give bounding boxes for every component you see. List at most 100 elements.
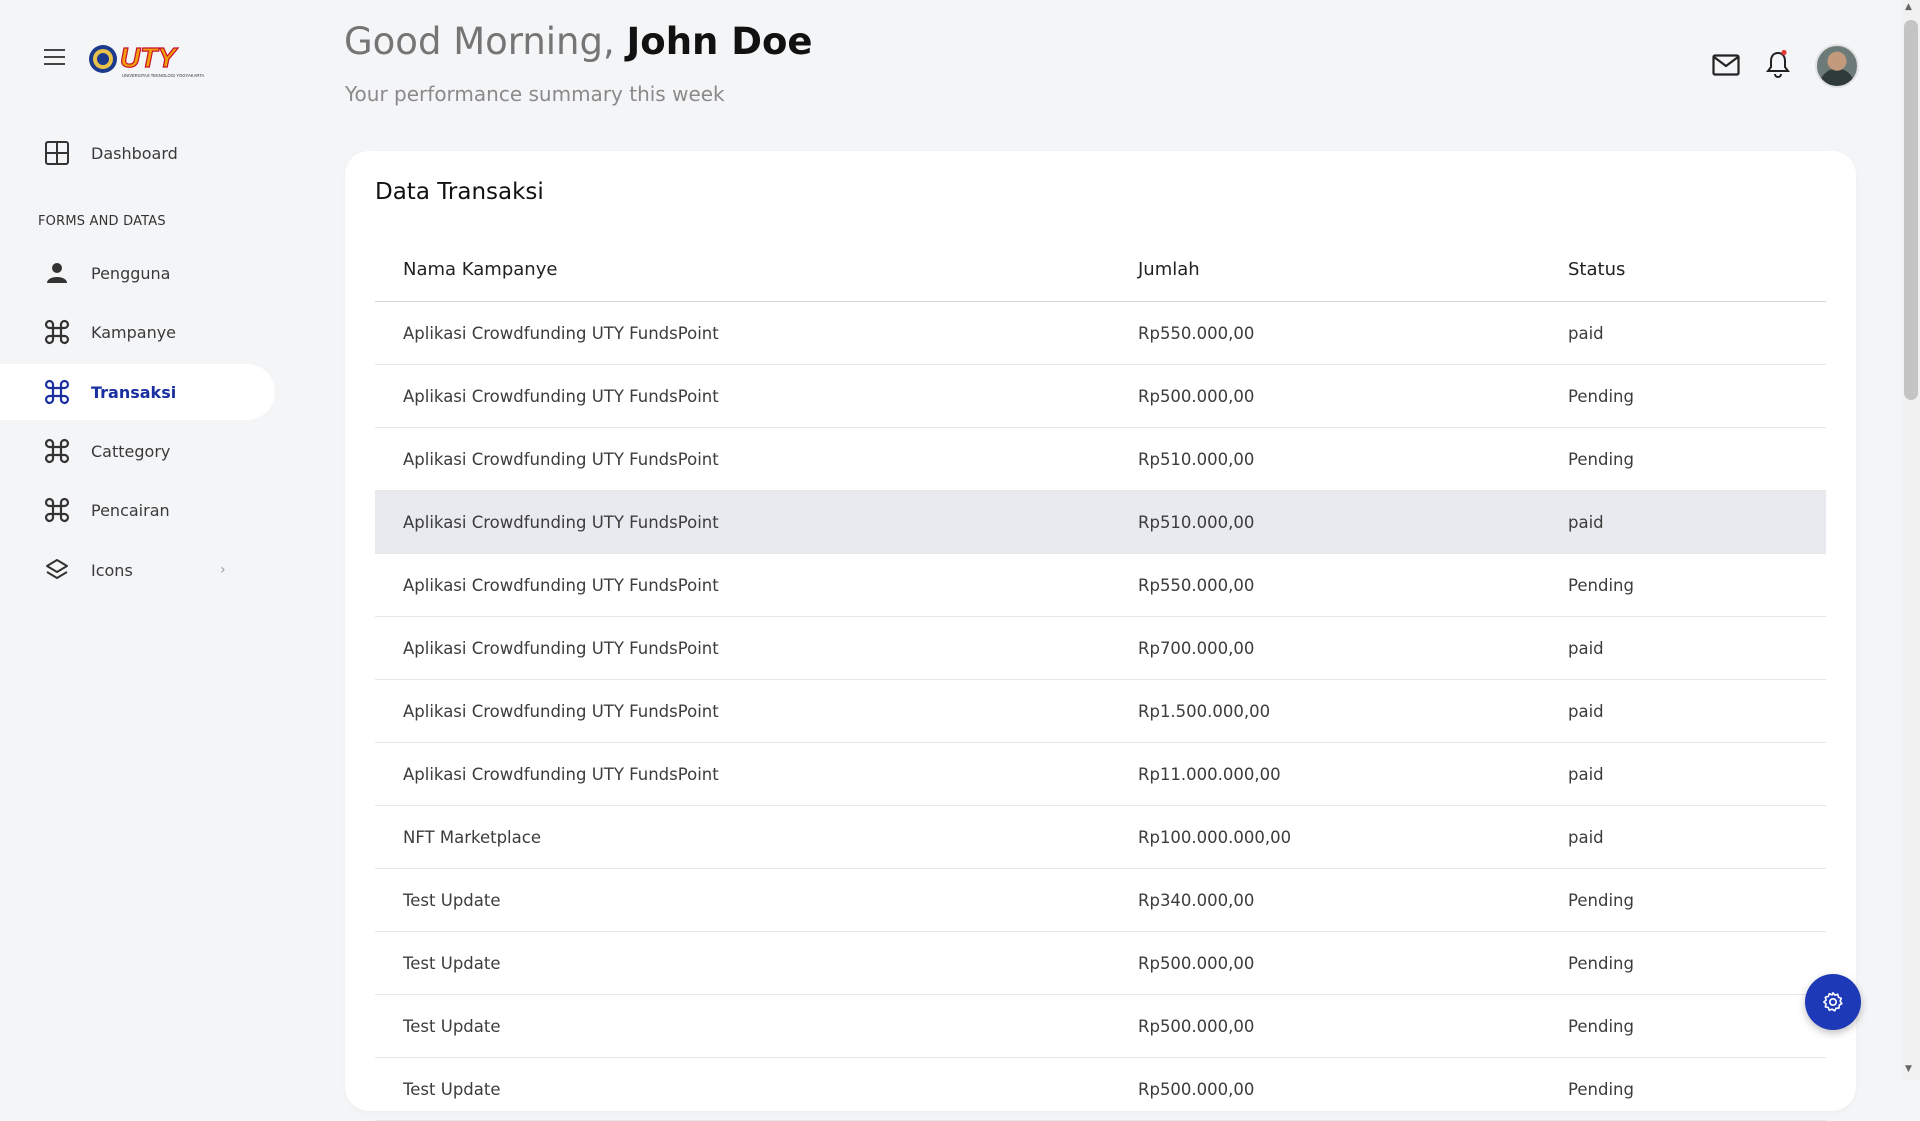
sidebar-item-kampanye[interactable]: Kampanye <box>0 304 275 360</box>
sidebar-item-label: Kampanye <box>91 322 177 342</box>
menu-icon[interactable] <box>44 49 65 65</box>
sidebar-item-label: Cattegory <box>91 441 171 461</box>
command-icon <box>44 497 70 523</box>
cell-campaign-name: NFT Marketplace <box>375 805 1138 869</box>
uty-logo[interactable]: UTY UNIVERSITAS TEKNOLOGI YOGYAKARTA <box>86 37 216 82</box>
cell-status: Pending <box>1568 364 1826 428</box>
cell-campaign-name: Aplikasi Crowdfunding UTY FundsPoint <box>375 427 1138 491</box>
user-name: John Doe <box>626 20 813 63</box>
table-row[interactable]: Test Update Rp340.000,00 Pending <box>375 868 1826 932</box>
sidebar: UTY UNIVERSITAS TEKNOLOGI YOGYAKARTA Das… <box>0 0 280 1080</box>
cell-status: Pending <box>1568 994 1826 1058</box>
cell-status: Pending <box>1568 931 1826 995</box>
cell-amount: Rp700.000,00 <box>1138 616 1568 680</box>
table-row[interactable]: Test Update Rp500.000,00 Pending <box>375 931 1826 995</box>
cell-amount: Rp500.000,00 <box>1138 931 1568 995</box>
cell-status: paid <box>1568 616 1826 680</box>
cell-amount: Rp1.500.000,00 <box>1138 679 1568 743</box>
page-title: Good Morning, John Doe <box>344 20 813 63</box>
cell-status: Pending <box>1568 427 1826 491</box>
column-header-amount: Jumlah <box>1138 237 1568 302</box>
sidebar-item-label: Pencairan <box>91 500 170 520</box>
gear-icon <box>1823 992 1843 1012</box>
sidebar-item-label: Icons <box>91 560 133 580</box>
table-row[interactable]: Aplikasi Crowdfunding UTY FundsPoint Rp55… <box>375 301 1826 365</box>
cell-campaign-name: Aplikasi Crowdfunding UTY FundsPoint <box>375 301 1138 365</box>
cell-status: paid <box>1568 490 1826 554</box>
cell-amount: Rp500.000,00 <box>1138 994 1568 1058</box>
cell-amount: Rp510.000,00 <box>1138 490 1568 554</box>
cell-status: paid <box>1568 742 1826 806</box>
cell-campaign-name: Aplikasi Crowdfunding UTY FundsPoint <box>375 553 1138 617</box>
cell-campaign-name: Test Update <box>375 994 1138 1058</box>
transactions-table: Nama Kampanye Jumlah Status Aplikasi Cro… <box>375 237 1826 1121</box>
command-icon <box>44 379 70 405</box>
command-icon <box>44 438 70 464</box>
table-row[interactable]: NFT Marketplace Rp100.000.000,00 paid <box>375 805 1826 869</box>
sidebar-item-label: Dashboard <box>91 143 178 163</box>
table-row[interactable]: Test Update Rp500.000,00 Pending <box>375 994 1826 1058</box>
sidebar-item-label: Transaksi <box>91 382 177 402</box>
sidebar-item-cattegory[interactable]: Cattegory <box>0 423 275 479</box>
cell-status: paid <box>1568 679 1826 743</box>
cell-campaign-name: Aplikasi Crowdfunding UTY FundsPoint <box>375 742 1138 806</box>
table-row[interactable]: Aplikasi Crowdfunding UTY FundsPoint Rp51… <box>375 490 1826 554</box>
page-subtitle: Your performance summary this week <box>345 82 725 106</box>
cell-amount: Rp510.000,00 <box>1138 427 1568 491</box>
scrollbar-thumb[interactable] <box>1904 20 1918 400</box>
cell-status: Pending <box>1568 1057 1826 1121</box>
grid-icon <box>45 141 69 165</box>
table-row[interactable]: Aplikasi Crowdfunding UTY FundsPoint Rp51… <box>375 427 1826 491</box>
sidebar-item-pencairan[interactable]: Pencairan <box>0 482 275 538</box>
avatar[interactable] <box>1815 44 1859 88</box>
cell-status: paid <box>1568 301 1826 365</box>
table-row[interactable]: Aplikasi Crowdfunding UTY FundsPoint Rp55… <box>375 553 1826 617</box>
cell-status: Pending <box>1568 553 1826 617</box>
table-header-row: Nama Kampanye Jumlah Status <box>375 237 1826 302</box>
cell-campaign-name: Aplikasi Crowdfunding UTY FundsPoint <box>375 679 1138 743</box>
cell-campaign-name: Test Update <box>375 868 1138 932</box>
sidebar-item-pengguna[interactable]: Pengguna <box>0 245 275 301</box>
cell-status: paid <box>1568 805 1826 869</box>
table-row[interactable]: Aplikasi Crowdfunding UTY FundsPoint Rp1.… <box>375 679 1826 743</box>
table-row[interactable]: Aplikasi Crowdfunding UTY FundsPoint Rp70… <box>375 616 1826 680</box>
cell-campaign-name: Aplikasi Crowdfunding UTY FundsPoint <box>375 616 1138 680</box>
sidebar-item-dashboard[interactable]: Dashboard <box>0 125 275 181</box>
notification-dot <box>1781 49 1787 56</box>
cell-campaign-name: Aplikasi Crowdfunding UTY FundsPoint <box>375 490 1138 554</box>
cell-amount: Rp340.000,00 <box>1138 868 1568 932</box>
greeting-text: Good Morning, <box>344 20 615 63</box>
person-icon <box>47 263 67 283</box>
cell-campaign-name: Test Update <box>375 931 1138 995</box>
table-row[interactable]: Test Update Rp500.000,00 Pending <box>375 1057 1826 1121</box>
cell-amount: Rp550.000,00 <box>1138 553 1568 617</box>
cell-amount: Rp100.000.000,00 <box>1138 805 1568 869</box>
transactions-card: Data Transaksi Nama Kampanye Jumlah Stat… <box>345 151 1856 1121</box>
cell-amount: Rp550.000,00 <box>1138 301 1568 365</box>
bell-icon[interactable] <box>1765 49 1791 79</box>
scroll-up-arrow[interactable]: ▲ <box>1905 2 1912 12</box>
scroll-down-arrow[interactable]: ▼ <box>1905 1064 1912 1074</box>
cell-status: Pending <box>1568 868 1826 932</box>
command-icon <box>44 319 70 345</box>
settings-button[interactable] <box>1805 974 1861 1030</box>
cell-campaign-name: Test Update <box>375 1057 1138 1121</box>
layers-icon <box>46 559 68 579</box>
cell-amount: Rp11.000.000,00 <box>1138 742 1568 806</box>
cell-campaign-name: Aplikasi Crowdfunding UTY FundsPoint <box>375 364 1138 428</box>
sidebar-item-transaksi[interactable]: Transaksi <box>0 364 275 420</box>
logo-subtext: UNIVERSITAS TEKNOLOGI YOGYAKARTA <box>122 73 205 78</box>
section-title: FORMS AND DATAS <box>38 214 166 229</box>
sidebar-item-label: Pengguna <box>91 263 171 283</box>
sidebar-item-icons[interactable]: Icons › <box>0 542 275 598</box>
mail-icon[interactable] <box>1712 54 1740 76</box>
chevron-right-icon: › <box>220 562 226 578</box>
table-row[interactable]: Aplikasi Crowdfunding UTY FundsPoint Rp50… <box>375 364 1826 428</box>
card-title: Data Transaksi <box>375 179 544 205</box>
column-header-status: Status <box>1568 237 1826 302</box>
table-row[interactable]: Aplikasi Crowdfunding UTY FundsPoint Rp11… <box>375 742 1826 806</box>
cell-amount: Rp500.000,00 <box>1138 1057 1568 1121</box>
column-header-campaign: Nama Kampanye <box>375 237 1138 302</box>
svg-text:UTY: UTY <box>120 42 178 73</box>
cell-amount: Rp500.000,00 <box>1138 364 1568 428</box>
